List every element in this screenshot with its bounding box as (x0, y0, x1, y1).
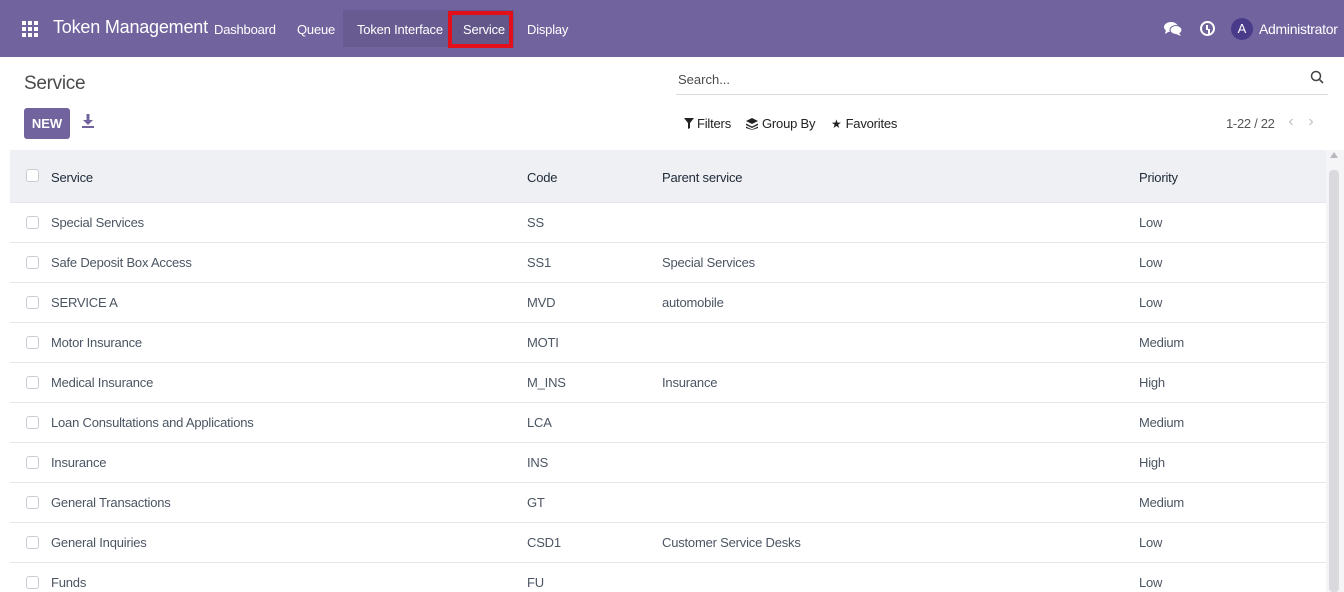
star-icon: ★ (831, 116, 842, 131)
table-row[interactable]: Insurance INS High (10, 443, 1326, 483)
pager-value[interactable]: 1-22 / 22 (1226, 116, 1275, 131)
user-menu-name[interactable]: Administrator (1259, 21, 1338, 37)
menu-item-display[interactable]: Display (527, 22, 568, 37)
cell-priority[interactable]: Low (1139, 575, 1162, 590)
cell-parent-service[interactable]: Special Services (662, 255, 755, 270)
table-row[interactable]: Motor Insurance MOTI Medium (10, 323, 1326, 363)
table-row[interactable]: Loan Consultations and Applications LCA Me… (10, 403, 1326, 443)
menu-item-dashboard[interactable]: Dashboard (214, 22, 276, 37)
cell-code[interactable]: SS (527, 215, 544, 230)
cell-priority[interactable]: Low (1139, 255, 1162, 270)
cell-service[interactable]: Safe Deposit Box Access (51, 255, 192, 270)
avatar[interactable]: A (1231, 18, 1253, 40)
cell-code[interactable]: MOTI (527, 335, 559, 350)
filter-icon (684, 118, 694, 129)
scrollbar-thumb[interactable] (1329, 170, 1339, 592)
column-header-code[interactable]: Code (527, 170, 557, 185)
cell-service[interactable]: SERVICE A (51, 295, 118, 310)
cell-service[interactable]: Insurance (51, 455, 106, 470)
cell-service[interactable]: Motor Insurance (51, 335, 142, 350)
filters-label: Filters (697, 116, 731, 131)
table-row[interactable]: Special Services SS Low (10, 203, 1326, 243)
layers-icon (746, 117, 758, 130)
filters-toggle[interactable]: Filters (684, 116, 731, 131)
cell-service[interactable]: Loan Consultations and Applications (51, 415, 254, 430)
column-header-parent-service[interactable]: Parent service (662, 170, 742, 185)
table-row[interactable]: Funds FU Low (10, 563, 1326, 592)
cell-code[interactable]: MVD (527, 295, 555, 310)
search-bar (676, 64, 1328, 95)
app-brand[interactable]: Token Management (53, 17, 208, 38)
service-highlight-box (448, 11, 513, 48)
cell-priority[interactable]: Low (1139, 215, 1162, 230)
cell-priority[interactable]: Medium (1139, 335, 1184, 350)
table-row[interactable]: General Inquiries CSD1 Customer Service De… (10, 523, 1326, 563)
row-checkbox[interactable] (26, 296, 39, 309)
column-header-service[interactable]: Service (51, 170, 93, 185)
favorites-toggle[interactable]: ★ Favorites (831, 116, 897, 131)
cell-code[interactable]: SS1 (527, 255, 551, 270)
cell-service[interactable]: Special Services (51, 215, 144, 230)
search-input[interactable] (678, 68, 1278, 90)
page-title[interactable]: Service (24, 73, 86, 95)
apps-menu-icon[interactable] (22, 21, 38, 37)
top-navbar: Token Management Dashboard Queue Token I… (0, 0, 1344, 57)
cell-priority[interactable]: High (1139, 375, 1165, 390)
menu-item-queue[interactable]: Queue (297, 22, 335, 37)
cell-service[interactable]: Medical Insurance (51, 375, 153, 390)
cell-priority[interactable]: Medium (1139, 495, 1184, 510)
cell-code[interactable]: INS (527, 455, 548, 470)
menu-item-token-interface[interactable]: Token Interface (357, 22, 443, 37)
table-row[interactable]: Safe Deposit Box Access SS1 Special Servic… (10, 243, 1326, 283)
row-checkbox[interactable] (26, 416, 39, 429)
cell-priority[interactable]: Low (1139, 295, 1162, 310)
cell-priority[interactable]: Medium (1139, 415, 1184, 430)
group-by-toggle[interactable]: Group By (746, 116, 816, 131)
row-checkbox[interactable] (26, 336, 39, 349)
activity-clock-icon[interactable] (1200, 21, 1215, 36)
group-by-label: Group By (762, 116, 816, 131)
cell-parent-service[interactable]: Insurance (662, 375, 717, 390)
download-icon[interactable] (81, 113, 95, 129)
table-row[interactable]: SERVICE A MVD automobile Low (10, 283, 1326, 323)
pager-previous-icon[interactable]: ‹ (1283, 112, 1299, 132)
row-checkbox[interactable] (26, 216, 39, 229)
cell-service[interactable]: General Transactions (51, 495, 171, 510)
search-icon[interactable] (1310, 70, 1324, 84)
row-checkbox[interactable] (26, 576, 39, 589)
cell-service[interactable]: General Inquiries (51, 535, 147, 550)
cell-service[interactable]: Funds (51, 575, 86, 590)
cell-priority[interactable]: Low (1139, 535, 1162, 550)
cell-code[interactable]: CSD1 (527, 535, 561, 550)
chat-icon[interactable] (1163, 21, 1183, 37)
row-checkbox[interactable] (26, 496, 39, 509)
favorites-label: Favorites (845, 116, 898, 131)
cell-parent-service[interactable]: Customer Service Desks (662, 535, 801, 550)
new-button[interactable]: NEW (24, 108, 70, 139)
cell-code[interactable]: GT (527, 495, 545, 510)
cell-parent-service[interactable]: automobile (662, 295, 724, 310)
row-checkbox[interactable] (26, 376, 39, 389)
column-header-priority[interactable]: Priority (1139, 170, 1178, 185)
row-checkbox[interactable] (26, 456, 39, 469)
select-all-checkbox[interactable] (26, 169, 39, 182)
cell-code[interactable]: LCA (527, 415, 552, 430)
scroll-up-arrow-icon[interactable] (1330, 152, 1338, 158)
pager-next-icon[interactable]: › (1303, 112, 1319, 132)
table-row[interactable]: Medical Insurance M_INS Insurance High (10, 363, 1326, 403)
row-checkbox[interactable] (26, 536, 39, 549)
row-checkbox[interactable] (26, 256, 39, 269)
cell-code[interactable]: FU (527, 575, 544, 590)
cell-priority[interactable]: High (1139, 455, 1165, 470)
table-header: Service Code Parent service Priority (10, 150, 1326, 203)
table-row[interactable]: General Transactions GT Medium (10, 483, 1326, 523)
cell-code[interactable]: M_INS (527, 375, 566, 390)
